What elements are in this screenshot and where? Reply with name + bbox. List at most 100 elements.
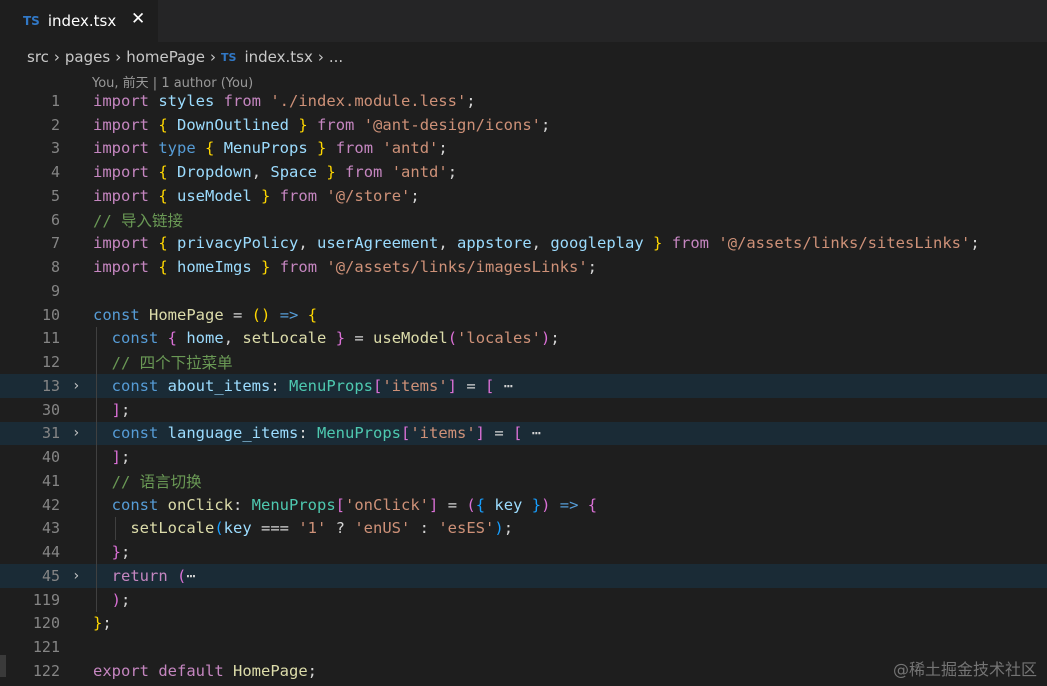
code-token: ) xyxy=(111,590,122,609)
code-token: ; xyxy=(121,400,131,419)
code-line[interactable]: 43 setLocale(key === '1' ? 'enUS' : 'esE… xyxy=(0,517,1047,541)
code-token: { xyxy=(167,329,178,348)
code-token: ( xyxy=(447,329,458,348)
code-line[interactable]: 122 export default HomePage; xyxy=(0,659,1047,683)
code-token: [ xyxy=(335,495,346,514)
breadcrumb-item-homepage[interactable]: homePage xyxy=(126,48,205,66)
code-token: => xyxy=(559,495,579,514)
code-token: 'onClick' xyxy=(345,495,430,514)
breadcrumb-item-pages[interactable]: pages xyxy=(65,48,110,66)
code-token: './index.module.less' xyxy=(270,91,467,110)
code-text: export default HomePage; xyxy=(93,662,317,680)
code-line[interactable]: 8 import { homeImgs } from '@/assets/link… xyxy=(0,255,1047,279)
code-line[interactable]: 6 // 导入链接 xyxy=(0,208,1047,232)
code-line[interactable]: 2 import { DownOutlined } from '@ant-desi… xyxy=(0,113,1047,137)
code-line[interactable]: 13 › const about_items: MenuProps['items'… xyxy=(0,374,1047,398)
line-number: 2 xyxy=(50,115,60,134)
code-line[interactable]: 12 // 四个下拉菜单 xyxy=(0,350,1047,374)
line-number: 119 xyxy=(32,590,60,609)
code-token: ( xyxy=(466,495,476,514)
line-number: 7 xyxy=(50,234,60,253)
code-line[interactable]: 1 import styles from './index.module.less… xyxy=(0,89,1047,113)
code-text: import { homeImgs } from '@/assets/links… xyxy=(93,258,597,276)
code-line[interactable]: 45 › return (⋯ xyxy=(0,564,1047,588)
breadcrumb: src › pages › homePage › TS index.tsx › … xyxy=(27,46,343,68)
code-text: import { DownOutlined } from '@ant-desig… xyxy=(93,116,550,134)
code-editor[interactable]: 1 import styles from './index.module.less… xyxy=(0,89,1047,683)
code-line[interactable]: 120}; xyxy=(0,612,1047,636)
code-token: ) xyxy=(541,329,551,348)
code-line[interactable]: 44 }; xyxy=(0,540,1047,564)
code-token: export xyxy=(93,661,149,680)
code-token: === xyxy=(251,519,299,538)
line-number: 4 xyxy=(50,163,60,182)
code-token: ( xyxy=(214,519,224,538)
code-line[interactable]: 7 import { privacyPolicy, userAgreement, … xyxy=(0,232,1047,256)
code-text: }; xyxy=(93,614,112,632)
code-line[interactable]: 11 const { home, setLocale } = useModel(… xyxy=(0,327,1047,351)
fold-chevron-icon[interactable]: › xyxy=(72,378,80,394)
code-line[interactable]: 31 › const language_items: MenuProps['ite… xyxy=(0,421,1047,446)
code-token: MenuProps xyxy=(251,495,336,514)
chevron-right-icon: › xyxy=(115,48,122,66)
code-line[interactable]: 4 import { Dropdown, Space } from 'antd'; xyxy=(0,160,1047,184)
code-token: import xyxy=(93,186,149,205)
code-line[interactable]: 42 const onClick: MenuProps['onClick'] =… xyxy=(0,493,1047,517)
code-line[interactable]: 41 // 语言切换 xyxy=(0,469,1047,493)
code-token: ] xyxy=(111,448,122,467)
line-number: 30 xyxy=(41,400,60,419)
code-token: // 四个下拉菜单 xyxy=(93,354,233,373)
close-icon[interactable]: ✕ xyxy=(131,9,145,29)
breadcrumb-item-file[interactable]: index.tsx xyxy=(244,48,312,66)
code-token: const xyxy=(93,376,159,395)
code-token: ; xyxy=(438,139,448,158)
code-line[interactable]: 10 const HomePage = () => { xyxy=(0,303,1047,327)
typescript-icon: TS xyxy=(221,50,237,64)
code-token: ⋯ xyxy=(186,566,196,585)
code-token: { xyxy=(307,305,318,324)
breadcrumb-item-src[interactable]: src xyxy=(27,48,49,66)
code-line[interactable]: 3 import type { MenuProps } from 'antd'; xyxy=(0,137,1047,161)
typescript-icon: TS xyxy=(23,14,40,28)
code-token: default xyxy=(158,661,224,680)
code-text: const onClick: MenuProps['onClick'] = ({… xyxy=(93,496,597,514)
code-token: ; xyxy=(121,448,131,467)
line-number: 6 xyxy=(50,210,60,229)
code-token: type xyxy=(158,139,196,158)
code-token: : xyxy=(298,424,317,443)
code-line[interactable]: 9 xyxy=(0,279,1047,303)
scroll-marker xyxy=(0,655,6,677)
code-line[interactable]: 40 ]; xyxy=(0,445,1047,469)
code-token: import xyxy=(93,139,149,158)
breadcrumb-more[interactable]: ... xyxy=(329,48,343,66)
code-token: from xyxy=(279,258,318,277)
code-token: 'items' xyxy=(410,424,476,443)
code-token: ; xyxy=(970,234,980,253)
code-token: = xyxy=(438,495,467,514)
code-token: ⋯ xyxy=(494,376,514,395)
tab-index-tsx[interactable]: TS index.tsx ✕ xyxy=(0,0,158,42)
code-line[interactable]: 30 ]; xyxy=(0,398,1047,422)
code-token: { xyxy=(158,234,168,253)
code-token: from xyxy=(223,91,261,110)
code-token: Dropdown xyxy=(167,163,252,182)
fold-chevron-icon[interactable]: › xyxy=(72,425,80,441)
code-line[interactable]: 119 ); xyxy=(0,588,1047,612)
code-token: import xyxy=(93,115,149,134)
code-line[interactable]: 121 xyxy=(0,635,1047,659)
code-line[interactable]: 5 import { useModel } from '@/store'; xyxy=(0,184,1047,208)
line-number: 9 xyxy=(50,281,60,300)
fold-chevron-icon[interactable]: › xyxy=(72,568,80,584)
code-token: '1' xyxy=(298,519,327,538)
